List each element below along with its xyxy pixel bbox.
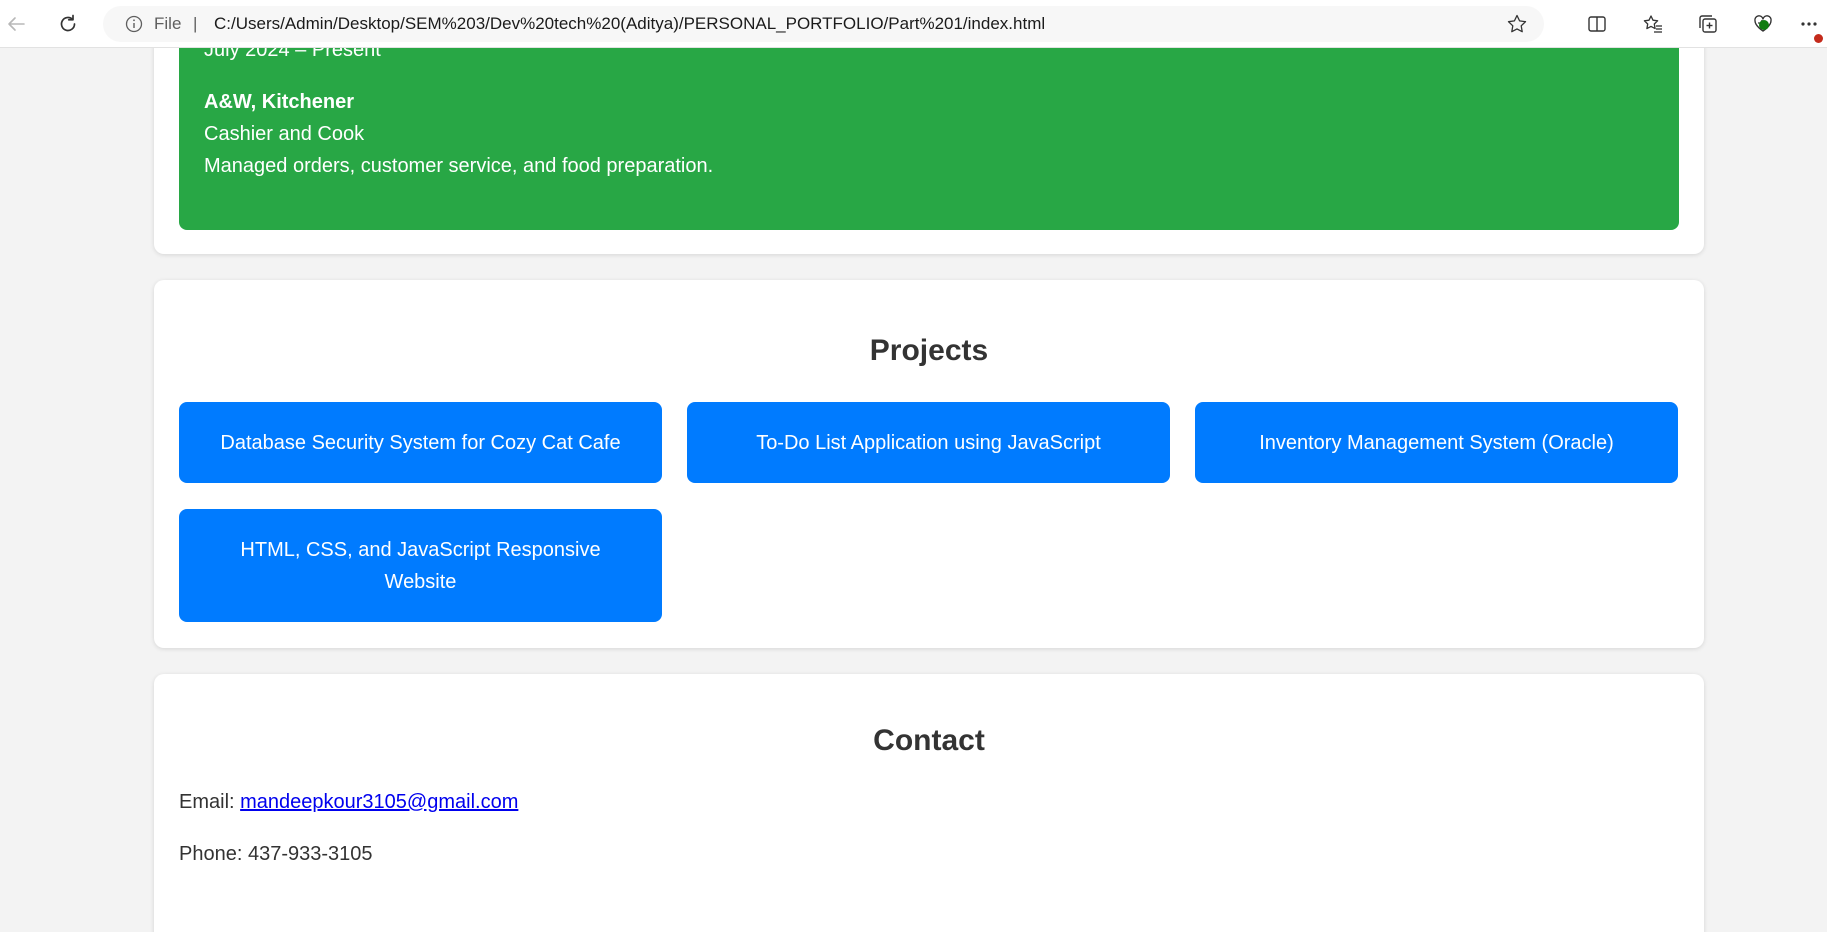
project-button-todo-app[interactable]: To-Do List Application using JavaScript xyxy=(687,402,1170,483)
job-description: Managed orders, customer service, and fo… xyxy=(204,155,714,177)
browser-essentials-icon[interactable] xyxy=(1747,8,1779,40)
projects-heading: Projects xyxy=(869,334,989,367)
contact-card: Contact Email: mandeepkour3105@gmail.com… xyxy=(154,674,1704,932)
email-link[interactable]: mandeepkour3105@gmail.com xyxy=(240,791,518,813)
refresh-icon[interactable] xyxy=(52,8,84,40)
favorites-icon[interactable] xyxy=(1637,8,1669,40)
contact-phone-line: Phone: 437-933-3105 xyxy=(179,843,373,866)
address-bar[interactable]: File | C:/Users/Admin/Desktop/SEM%203/De… xyxy=(103,6,1544,42)
project-button-database-security[interactable]: Database Security System for Cozy Cat Ca… xyxy=(179,402,662,483)
back-icon[interactable] xyxy=(0,8,32,40)
job-date: July 2024 – Present xyxy=(204,48,381,61)
page-viewport[interactable]: July 2024 – Present A&W, Kitchener Cashi… xyxy=(0,48,1827,932)
contact-heading: Contact xyxy=(873,724,985,757)
project-button-inventory-system[interactable]: Inventory Management System (Oracle) xyxy=(1195,402,1678,483)
info-icon[interactable] xyxy=(125,15,143,33)
url-text[interactable]: C:/Users/Admin/Desktop/SEM%203/Dev%20tec… xyxy=(214,6,1045,42)
collections-icon[interactable] xyxy=(1692,8,1724,40)
file-label: File xyxy=(154,14,182,33)
project-button-responsive-website[interactable]: HTML, CSS, and JavaScript Responsive Web… xyxy=(179,509,662,622)
experience-box: July 2024 – Present A&W, Kitchener Cashi… xyxy=(179,48,1679,230)
address-separator: | xyxy=(193,14,198,33)
more-icon[interactable] xyxy=(1793,8,1825,43)
email-label: Email: xyxy=(179,791,241,813)
status-check-icon xyxy=(1759,20,1769,30)
browser-toolbar: File | C:/Users/Admin/Desktop/SEM%203/De… xyxy=(0,0,1827,48)
contact-email-line: Email: mandeepkour3105@gmail.com xyxy=(179,791,518,814)
phone-label: Phone: xyxy=(179,843,248,865)
projects-card: Projects Database Security System for Co… xyxy=(154,280,1704,648)
notification-badge xyxy=(1814,34,1823,43)
phone-number: 437-933-3105 xyxy=(247,843,373,865)
job-company: A&W, Kitchener xyxy=(204,91,355,113)
star-icon[interactable] xyxy=(1506,13,1528,35)
split-screen-icon[interactable] xyxy=(1581,8,1613,40)
experience-card: July 2024 – Present A&W, Kitchener Cashi… xyxy=(154,48,1704,254)
job-role: Cashier and Cook xyxy=(204,123,365,145)
